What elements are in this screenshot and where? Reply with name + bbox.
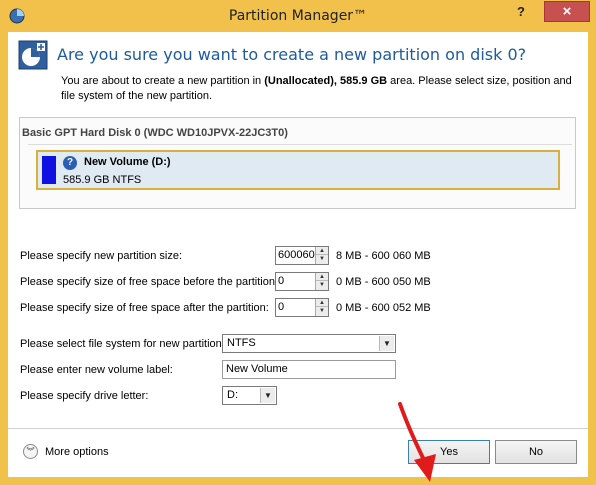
partition-size-range: 8 MB - 600 060 MB <box>336 250 431 262</box>
spin-down-icon[interactable]: ▼ <box>316 307 328 315</box>
spin-down-icon[interactable]: ▼ <box>316 255 328 263</box>
partition-block[interactable]: ? New Volume (D:) 585.9 GB NTFS <box>36 150 560 190</box>
free-after-stepper[interactable]: 0 ▲ ▼ <box>275 298 329 317</box>
spin-up-icon[interactable]: ▲ <box>316 299 328 307</box>
disk-divider <box>28 144 572 145</box>
partition-info: 585.9 GB NTFS <box>63 174 142 186</box>
free-before-value[interactable]: 0 <box>278 275 284 287</box>
close-button[interactable]: × <box>544 1 590 22</box>
more-options-link[interactable]: More options <box>45 446 109 458</box>
disk-title: Basic GPT Hard Disk 0 (WDC WD10JPVX-22JC… <box>22 127 288 139</box>
file-system-label: Please select file system for new partit… <box>20 338 225 350</box>
volume-label-label: Please enter new volume label: <box>20 364 173 376</box>
new-partition-icon <box>18 40 48 70</box>
dropdown-arrow-icon[interactable]: ▼ <box>379 336 394 351</box>
dialog-heading: Are you sure you want to create a new pa… <box>57 45 527 64</box>
description-text: You are about to create a new partition … <box>61 75 265 87</box>
spin-up-icon[interactable]: ▲ <box>316 273 328 281</box>
volume-label-value: New Volume <box>226 363 288 375</box>
partition-color-swatch <box>42 156 56 184</box>
spin-down-icon[interactable]: ▼ <box>316 281 328 289</box>
title-bar[interactable]: Partition Manager™ ? × <box>0 0 596 32</box>
red-arrow-annotation <box>398 402 436 482</box>
free-after-label: Please specify size of free space after … <box>20 302 269 314</box>
dropdown-arrow-icon[interactable]: ▼ <box>260 388 275 403</box>
free-after-value[interactable]: 0 <box>278 301 284 313</box>
free-before-stepper[interactable]: 0 ▲ ▼ <box>275 272 329 291</box>
drive-letter-label: Please specify drive letter: <box>20 390 149 402</box>
partition-name: New Volume (D:) <box>84 156 171 168</box>
dialog-body: Are you sure you want to create a new pa… <box>8 32 588 482</box>
file-system-value: NTFS <box>227 337 256 349</box>
footer-divider <box>8 428 588 429</box>
volume-label-input[interactable]: New Volume <box>222 360 396 379</box>
dialog-description: You are about to create a new partition … <box>61 74 581 104</box>
spin-up-icon[interactable]: ▲ <box>316 247 328 255</box>
free-before-label: Please specify size of free space before… <box>20 276 279 288</box>
file-system-select[interactable]: NTFS ▼ <box>222 334 396 353</box>
partition-manager-dialog: Partition Manager™ ? × Are you sure you … <box>0 0 596 485</box>
drive-letter-select[interactable]: D: ▼ <box>222 386 277 405</box>
partition-size-value[interactable]: 600060 <box>278 249 315 261</box>
free-before-range: 0 MB - 600 050 MB <box>336 276 431 288</box>
expand-chevron-icon[interactable]: ︾ <box>23 444 38 459</box>
free-after-range: 0 MB - 600 052 MB <box>336 302 431 314</box>
help-button[interactable]: ? <box>507 2 535 22</box>
partition-size-label: Please specify new partition size: <box>20 250 183 262</box>
no-button[interactable]: No <box>495 440 577 464</box>
question-icon: ? <box>63 156 77 170</box>
drive-letter-value: D: <box>227 389 238 401</box>
partition-size-stepper[interactable]: 600060 ▲ ▼ <box>275 246 329 265</box>
description-bold-text: (Unallocated), 585.9 GB <box>264 75 388 87</box>
